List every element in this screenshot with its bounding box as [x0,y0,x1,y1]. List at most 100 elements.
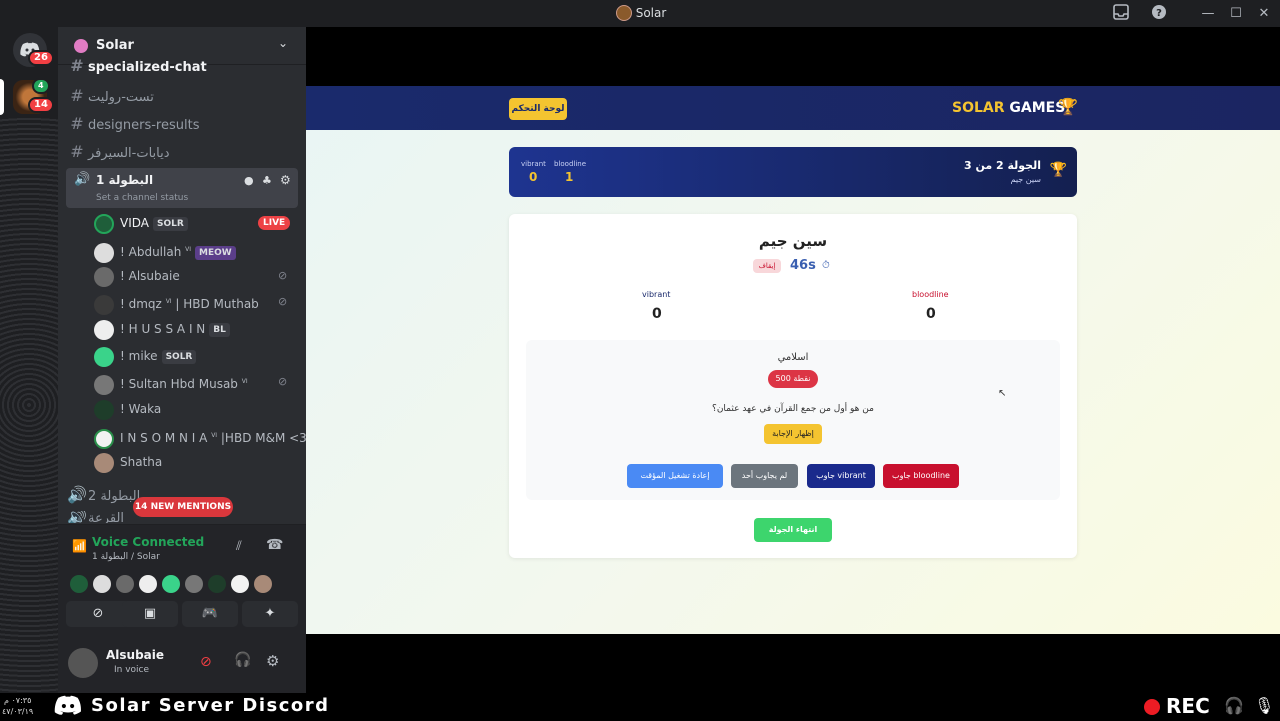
avatar [94,319,114,340]
server-icon-small [74,39,88,53]
user-suffix: VI [241,378,248,385]
avatar [208,574,226,593]
noise-suppression-icon[interactable]: ⫽ [236,539,242,554]
channel-roulette-test[interactable]: # تست-روليت [66,83,298,109]
user-suffix: |HBD M&M <3| [220,431,306,445]
gear-icon[interactable]: ⚙ [280,173,291,187]
pause-button[interactable]: إيقاف [753,259,781,273]
channel-name: designers-results [88,118,200,133]
channel-list: Solar ⌄ # specialized-chat # تست-روليت # de… [58,27,306,693]
channel-designers-results[interactable]: # designers-results [66,111,298,137]
hash-icon: # [70,86,84,105]
server-tag: MEOW [195,245,236,260]
stopwatch-icon: ⏱ [822,260,830,271]
muted-icon: ⊘ [278,375,288,388]
voice-user[interactable]: ! H U S S A I N BL [94,318,230,340]
soundboard-button[interactable]: ✦ [242,601,298,627]
voice-user[interactable]: ! Waka [94,398,161,420]
headphones-icon[interactable]: 🎧 [234,652,251,668]
signal-icon: 📶 [72,539,87,553]
voice-user[interactable]: ! Alsubaie [94,265,180,287]
muted-icon: ⊘ [278,295,288,308]
round-subtitle: سين جيم [1010,175,1041,184]
username: ! Waka [120,402,162,416]
username: ! Sultan Hbd Musab [120,377,238,391]
voice-channel-name: البطولة 1 [96,173,154,187]
channel-name: تست-روليت [88,90,154,105]
avatar [185,574,203,593]
channel-status-text[interactable]: Set a channel status [96,193,188,203]
help-icon[interactable]: ? [1149,4,1169,24]
card-team1-score: 0 [926,306,936,322]
username: ! Abdullah [120,245,182,259]
end-round-button[interactable]: انتهاء الجولة [754,518,832,542]
user-avatar[interactable] [68,648,98,678]
voice-user[interactable]: ! mike SOLR [94,345,197,367]
inbox-icon[interactable] [1111,4,1131,24]
channel-name: القرعة [88,511,125,523]
close-icon[interactable]: ✕ [1254,4,1274,24]
server-list-background [0,117,58,693]
round-info-bar: vibrant 0 bloodline 1 الجولة 2 من 3 سين … [509,147,1077,197]
scoreboard-team2-name: vibrant [521,160,546,168]
username: ! H U S S A I N [120,322,206,336]
scoreboard-team2-score: 0 [529,170,538,184]
stream-overlay-bar: ٠٧:٣٥ م ٤٧/٠٣/١٩ Solar Server Discord RE… [0,693,1280,720]
answer-vibrant-button[interactable]: جاوب vibrant [807,464,875,488]
muted-icon: ⊘ [278,269,288,282]
scoreboard-team1-score: 1 [565,170,574,184]
dashboard-button[interactable]: لوحة التحكم [509,98,567,120]
voice-connection-panel: 📶 Voice Connected البطولة 1 / Solar ⫽ ☎ … [58,524,306,634]
avatar [93,574,111,593]
server-tag: BL [209,322,230,337]
maximize-icon[interactable]: ☐ [1226,4,1246,24]
server-tag: SOLR [153,216,188,231]
clock-time: ٠٧:٣٥ م [4,696,32,705]
card-title: سين جيم [758,232,828,250]
hash-icon: # [70,114,84,133]
username: Shatha [120,455,163,469]
activity-button[interactable]: 🎮 [182,601,238,627]
voice-user[interactable]: I N S O M N I A VI |HBD M&M <3| [94,425,306,449]
chat-icon[interactable]: ● [244,174,254,187]
voice-channel-active[interactable]: 🔊 البطولة 1 Set a channel status ● ♣ ⚙ [66,168,298,208]
camera-off-button[interactable]: ⊘ [66,601,130,627]
window-title: Solar [635,6,667,20]
no-answer-button[interactable]: لم يجاوب أحد [731,464,798,488]
avatar [94,242,114,263]
channel-name: البطولة 2 [88,489,141,504]
avatar [94,428,114,449]
user-status: In voice [114,665,150,675]
restart-timer-button[interactable]: إعادة تشغيل المؤقت [627,464,723,488]
rec-label: REC [1166,694,1210,718]
minimize-icon[interactable]: — [1198,4,1218,24]
new-mentions-pill[interactable]: 14 NEW MENTIONS [133,497,233,517]
voice-user[interactable]: ! Abdullah VI MEOW [94,239,236,263]
voice-user[interactable]: ! dmqz VI | HBD Muthab [94,291,259,315]
channel-specialized-chat[interactable]: # specialized-chat [66,57,298,75]
channel-server-boxes[interactable]: # ديابات-السيرفر [66,139,298,165]
user-panel: Alsubaie In voice ⊘ 🎧 ⚙ [58,634,306,693]
voice-user[interactable]: VIDA SOLR [94,212,188,234]
user-name[interactable]: Alsubaie [106,648,164,662]
voice-status[interactable]: Voice Connected [92,535,204,549]
answer-bloodline-button[interactable]: جاوب bloodline [883,464,959,488]
invite-icon[interactable]: ♣ [262,174,272,187]
mic-muted-icon[interactable]: ⊘ [200,654,212,670]
voice-user[interactable]: Shatha [94,451,162,473]
voice-location[interactable]: البطولة 1 / Solar [92,552,160,562]
server-name: Solar [96,38,134,53]
user-suffix: VI [211,432,218,439]
disconnect-icon[interactable]: ☎ [266,537,283,553]
avatar [162,574,180,593]
chevron-down-icon[interactable]: ⌄ [278,36,288,50]
mouse-cursor-icon: ↖ [998,388,1007,399]
screen-share-button[interactable]: ▣ [122,601,178,627]
gear-icon[interactable]: ⚙ [266,652,279,670]
show-answer-button[interactable]: إظهار الإجابة [764,424,822,444]
avatar [116,574,134,593]
voice-user[interactable]: ! Sultan Hbd Musab VI [94,371,248,395]
question-box: اسلامي 500 نقطة من هو أول من جمع القرآن … [526,340,1060,500]
round-title: الجولة 2 من 3 [963,159,1041,172]
scoreboard-team1-name: bloodline [554,160,587,168]
